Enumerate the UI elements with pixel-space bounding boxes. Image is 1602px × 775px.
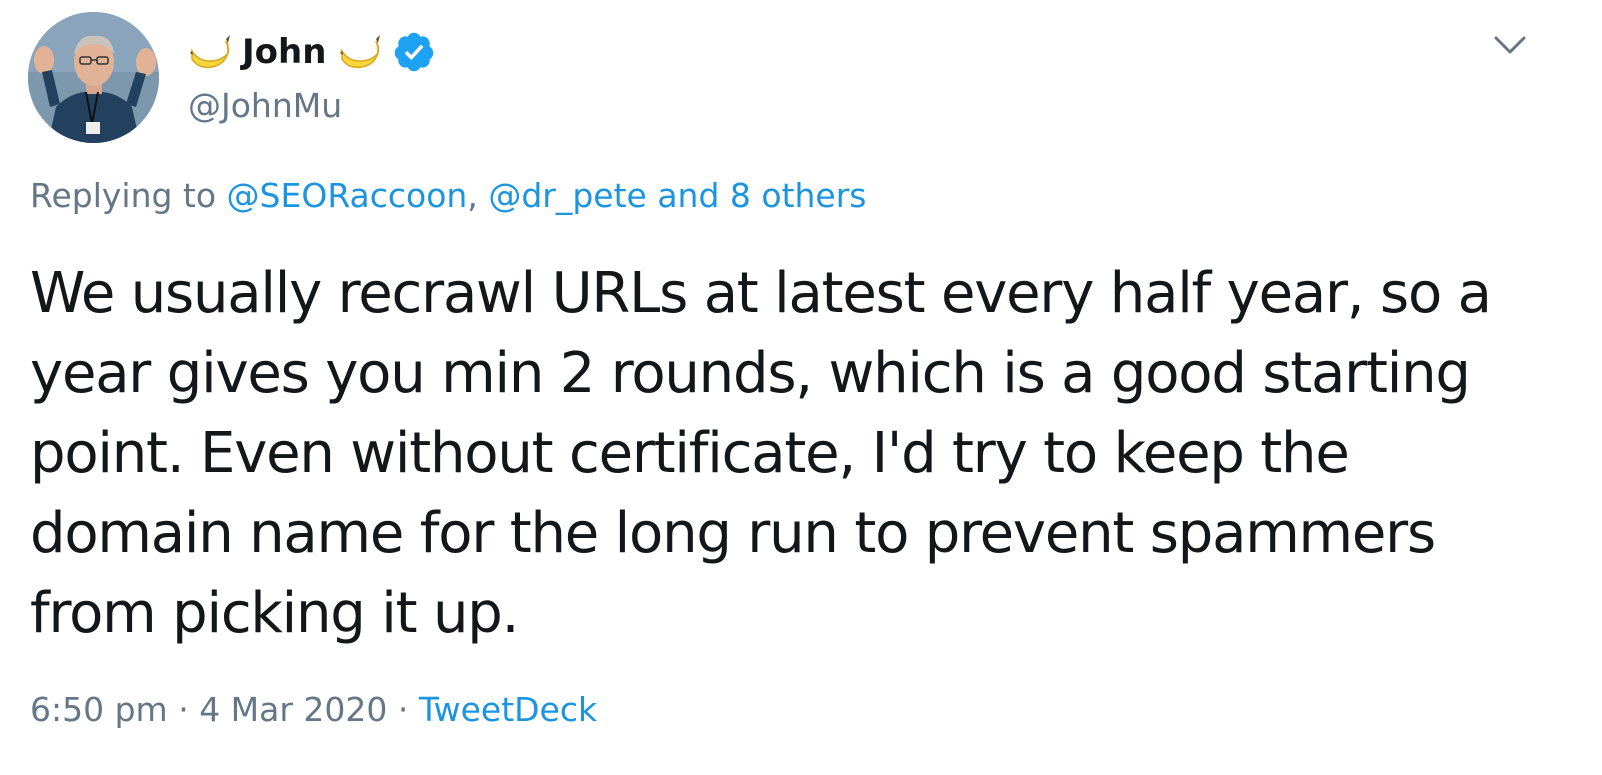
banana-icon <box>336 29 382 75</box>
tweet-date[interactable]: 4 Mar 2020 <box>199 690 387 729</box>
tweet-text: We usually recrawl URLs at latest every … <box>30 261 1492 646</box>
replying-separator: , <box>467 176 489 215</box>
tweet-card: John @JohnMu Replying to @SEORaccoon, @d… <box>0 0 1602 775</box>
mention-link[interactable]: @SEORaccoon <box>227 176 468 215</box>
replying-prefix: Replying to <box>30 176 227 215</box>
meta-dot: · <box>387 690 419 729</box>
banana-icon <box>186 29 232 75</box>
avatar[interactable] <box>28 12 159 143</box>
replying-to: Replying to @SEORaccoon, @dr_pete and 8 … <box>30 176 867 215</box>
verified-badge-icon <box>392 30 436 74</box>
author-display-name[interactable]: John <box>242 35 326 69</box>
author-handle[interactable]: @JohnMu <box>188 86 342 125</box>
chevron-down-icon[interactable] <box>1490 30 1530 58</box>
tweet-source[interactable]: TweetDeck <box>419 690 597 729</box>
tweet-time[interactable]: 6:50 pm <box>30 690 168 729</box>
meta-dot: · <box>167 690 200 729</box>
mention-link[interactable]: @dr_pete <box>488 176 647 215</box>
author-name-row: John <box>186 26 436 78</box>
tweet-meta: 6:50 pm · 4 Mar 2020 · TweetDeck <box>30 690 597 729</box>
others-link[interactable]: and 8 others <box>657 176 866 215</box>
